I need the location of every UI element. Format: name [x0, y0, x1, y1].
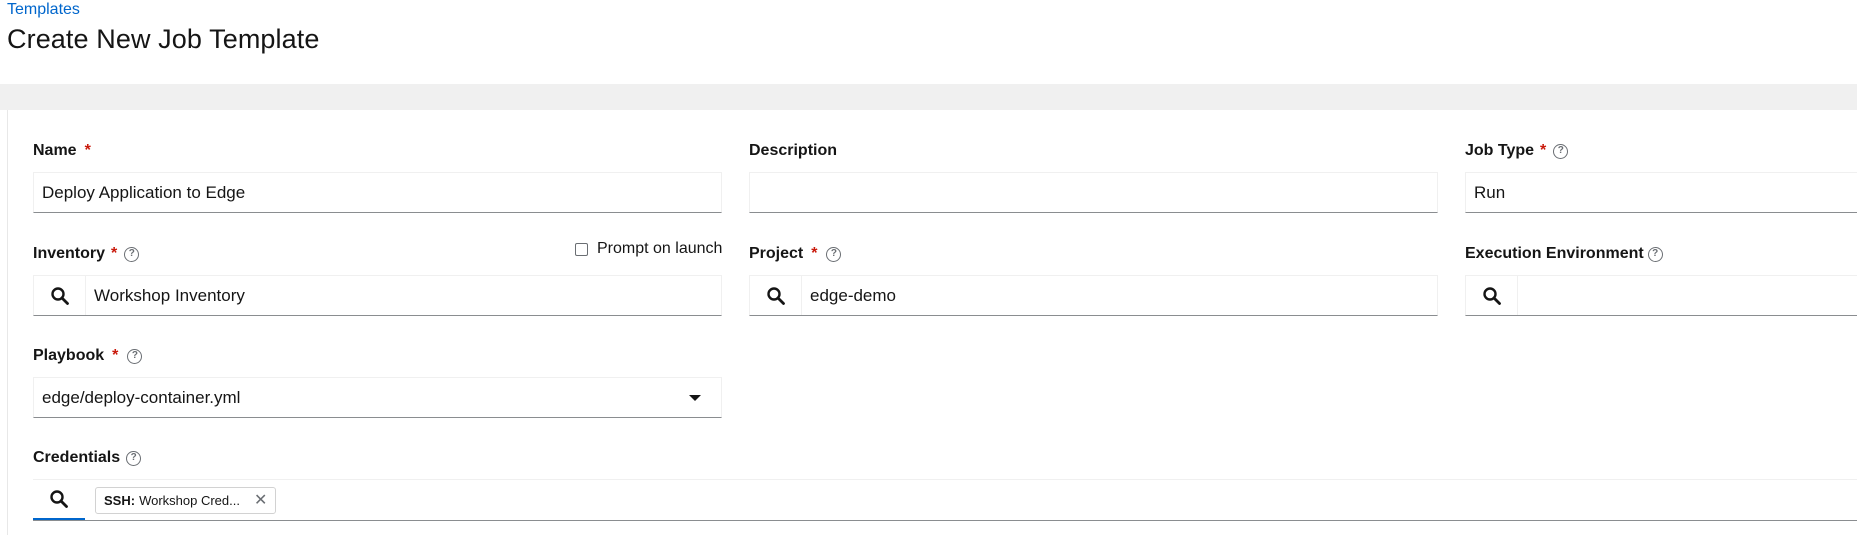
credential-chip-name: Workshop Cred... [139, 493, 240, 508]
credential-chip-type: SSH: [104, 493, 136, 508]
project-search-button[interactable] [750, 276, 802, 315]
help-icon[interactable]: ? [127, 348, 143, 364]
search-icon [1482, 286, 1501, 305]
name-input[interactable]: Deploy Application to Edge [33, 172, 722, 213]
playbook-select[interactable]: edge/deploy-container.yml [33, 377, 722, 418]
help-icon[interactable]: ? [1553, 143, 1569, 159]
required-marker: * [1540, 142, 1547, 159]
help-icon[interactable]: ? [1647, 246, 1663, 262]
credentials-search-button[interactable] [33, 480, 85, 520]
page-header: Templates Create New Job Template [0, 0, 1857, 84]
job-type-label: Job Type * ? [1465, 142, 1569, 160]
credentials-lookup: SSH: Workshop Cred... ✕ [33, 479, 1857, 521]
credentials-label: Credentials ? [33, 449, 142, 467]
execution-environment-search-button[interactable] [1466, 276, 1518, 315]
name-label: Name * [33, 142, 91, 159]
job-type-select[interactable]: Run [1465, 172, 1857, 213]
credential-chip: SSH: Workshop Cred... ✕ [95, 487, 277, 514]
prompt-on-launch-toggle[interactable]: Prompt on launch [575, 240, 722, 258]
playbook-value: edge/deploy-container.yml [42, 387, 241, 407]
execution-environment-lookup [1465, 275, 1857, 316]
inventory-value[interactable]: Workshop Inventory [86, 276, 721, 315]
caret-down-icon [689, 394, 701, 401]
help-icon[interactable]: ? [826, 246, 842, 262]
playbook-label: Playbook * ? [33, 347, 143, 365]
description-input[interactable] [749, 172, 1438, 213]
prompt-on-launch-label: Prompt on launch [597, 240, 723, 257]
page-title: Create New Job Template [7, 24, 320, 54]
execution-environment-value[interactable] [1518, 276, 1857, 315]
inventory-label: Inventory * ? [33, 245, 140, 263]
project-label: Project * ? [749, 245, 842, 263]
help-icon[interactable]: ? [126, 450, 142, 466]
project-value[interactable]: edge-demo [802, 276, 1437, 315]
search-icon [766, 286, 785, 305]
prompt-on-launch-checkbox[interactable] [575, 242, 588, 256]
required-marker: * [84, 142, 91, 159]
description-label: Description [749, 142, 838, 159]
execution-environment-label: Execution Environment ? [1465, 245, 1663, 263]
page-divider-band [0, 84, 1857, 110]
project-lookup: edge-demo [749, 275, 1438, 316]
help-icon[interactable]: ? [124, 246, 140, 262]
required-marker: * [112, 347, 119, 364]
inventory-lookup: Workshop Inventory [33, 275, 722, 316]
close-icon[interactable]: ✕ [254, 492, 267, 509]
required-marker: * [811, 245, 818, 262]
search-icon [50, 490, 68, 508]
search-icon [50, 286, 69, 305]
inventory-search-button[interactable] [34, 276, 86, 315]
breadcrumb-templates-link[interactable]: Templates [7, 1, 80, 19]
required-marker: * [111, 245, 118, 262]
